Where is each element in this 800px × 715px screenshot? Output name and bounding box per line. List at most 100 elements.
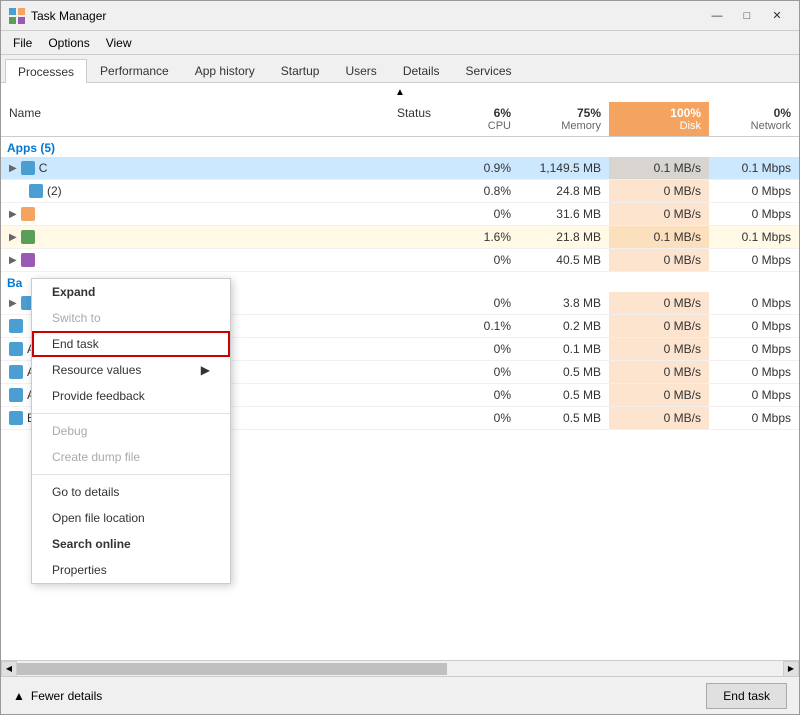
process-memory-cell: 40.5 MB <box>519 249 609 271</box>
process-name-cell: ▶ <box>1 203 349 225</box>
process-memory-cell: 3.8 MB <box>519 292 609 314</box>
process-memory-cell: 24.8 MB <box>519 180 609 202</box>
process-memory-cell: 0.2 MB <box>519 315 609 337</box>
window-controls: — □ ✕ <box>703 6 791 26</box>
table-row[interactable]: ▶ 1.6% 21.8 MB 0.1 MB/s 0.1 Mbps <box>1 226 799 249</box>
ctx-search-online[interactable]: Search online <box>32 531 230 557</box>
process-disk-cell: 0 MB/s <box>609 180 709 202</box>
process-icon <box>9 388 23 402</box>
process-icon <box>9 319 23 333</box>
tab-details[interactable]: Details <box>390 58 453 82</box>
ctx-expand[interactable]: Expand <box>32 279 230 305</box>
apps-section-header: Apps (5) <box>1 137 799 157</box>
col-header-disk[interactable]: 100% Disk <box>609 102 709 136</box>
collapse-arrow[interactable]: ▲ <box>395 87 405 98</box>
col-header-network[interactable]: 0% Network <box>709 102 799 136</box>
process-disk-cell: 0 MB/s <box>609 407 709 429</box>
process-network-cell: 0 Mbps <box>709 338 799 360</box>
process-status-cell <box>349 203 439 225</box>
process-cpu-cell: 0% <box>439 384 519 406</box>
process-status-cell <box>349 315 439 337</box>
horizontal-scrollbar[interactable]: ◀ ▶ <box>1 660 799 676</box>
col-header-cpu[interactable]: 6% CPU <box>439 102 519 136</box>
process-name-cell: ▶ <box>1 249 349 271</box>
menu-options[interactable]: Options <box>40 34 97 52</box>
process-cpu-cell: 0% <box>439 407 519 429</box>
minimize-button[interactable]: — <box>703 6 731 26</box>
tab-app-history[interactable]: App history <box>182 58 268 82</box>
main-content: ▲ Name Status 6% CPU 75% Memory 100% Dis… <box>1 83 799 676</box>
expand-icon[interactable]: ▶ <box>9 255 17 266</box>
process-memory-cell: 0.5 MB <box>519 361 609 383</box>
table-row[interactable]: ▶ 0% 31.6 MB 0 MB/s 0 Mbps <box>1 203 799 226</box>
context-menu: Expand Switch to End task Resource value… <box>31 278 231 584</box>
col-header-memory[interactable]: 75% Memory <box>519 102 609 136</box>
process-icon <box>21 230 35 244</box>
process-cpu-cell: 0.8% <box>439 180 519 202</box>
ctx-properties[interactable]: Properties <box>32 557 230 583</box>
process-icon <box>9 342 23 356</box>
expand-icon[interactable]: ▶ <box>9 209 17 220</box>
ctx-provide-feedback[interactable]: Provide feedback <box>32 383 230 409</box>
col-header-status[interactable]: Status <box>349 102 439 136</box>
process-cpu-cell: 1.6% <box>439 226 519 248</box>
process-status-cell <box>349 226 439 248</box>
process-icon <box>9 365 23 379</box>
end-task-button[interactable]: End task <box>706 683 787 709</box>
process-memory-cell: 31.6 MB <box>519 203 609 225</box>
process-network-cell: 0 Mbps <box>709 407 799 429</box>
ctx-end-task[interactable]: End task <box>32 331 230 357</box>
tab-users[interactable]: Users <box>332 58 389 82</box>
table-row[interactable]: ▶ C 0.9% 1,149.5 MB 0.1 MB/s 0.1 Mbps <box>1 157 799 180</box>
menu-file[interactable]: File <box>5 34 40 52</box>
process-cpu-cell: 0% <box>439 338 519 360</box>
scroll-right-button[interactable]: ▶ <box>783 661 799 677</box>
process-status-cell <box>349 361 439 383</box>
process-disk-cell: 0 MB/s <box>609 384 709 406</box>
expand-icon[interactable]: ▶ <box>9 232 17 243</box>
process-network-cell: 0 Mbps <box>709 384 799 406</box>
process-memory-cell: 0.1 MB <box>519 338 609 360</box>
process-network-cell: 0.1 Mbps <box>709 157 799 179</box>
process-name-cell: ▶ <box>1 226 349 248</box>
ctx-resource-values[interactable]: Resource values ▶ <box>32 357 230 383</box>
process-disk-cell: 0.1 MB/s <box>609 157 709 179</box>
tab-performance[interactable]: Performance <box>87 58 182 82</box>
ctx-go-to-details[interactable]: Go to details <box>32 479 230 505</box>
process-status-cell <box>349 338 439 360</box>
menu-bar: File Options View <box>1 31 799 55</box>
close-button[interactable]: ✕ <box>763 6 791 26</box>
window-title: Task Manager <box>31 9 106 23</box>
tab-services[interactable]: Services <box>453 58 525 82</box>
scroll-thumb[interactable] <box>17 663 447 675</box>
scroll-left-button[interactable]: ◀ <box>1 661 17 677</box>
title-bar-left: Task Manager <box>9 8 106 24</box>
process-network-cell: 0 Mbps <box>709 292 799 314</box>
process-network-cell: 0 Mbps <box>709 315 799 337</box>
process-status-cell <box>349 407 439 429</box>
fewer-details-button[interactable]: ▲ Fewer details <box>13 689 102 703</box>
process-icon <box>29 184 43 198</box>
ctx-debug: Debug <box>32 418 230 444</box>
table-row[interactable]: ▶ 0% 40.5 MB 0 MB/s 0 Mbps <box>1 249 799 272</box>
ctx-open-file-location[interactable]: Open file location <box>32 505 230 531</box>
process-disk-cell: 0 MB/s <box>609 203 709 225</box>
column-headers: Name Status 6% CPU 75% Memory 100% Disk … <box>1 102 799 137</box>
bottom-bar: ▲ Fewer details End task <box>1 676 799 714</box>
table-row[interactable]: (2) 0.8% 24.8 MB 0 MB/s 0 Mbps <box>1 180 799 203</box>
process-cpu-cell: 0% <box>439 203 519 225</box>
col-header-name[interactable]: Name <box>1 102 349 136</box>
title-bar: Task Manager — □ ✕ <box>1 1 799 31</box>
process-network-cell: 0 Mbps <box>709 180 799 202</box>
maximize-button[interactable]: □ <box>733 6 761 26</box>
process-disk-cell: 0 MB/s <box>609 361 709 383</box>
expand-icon[interactable]: ▶ <box>9 163 17 174</box>
process-cpu-cell: 0.9% <box>439 157 519 179</box>
expand-icon[interactable]: ▶ <box>9 298 17 309</box>
scroll-track[interactable] <box>17 661 783 676</box>
fewer-details-label: Fewer details <box>31 689 102 703</box>
tab-startup[interactable]: Startup <box>268 58 333 82</box>
ctx-separator-1 <box>32 413 230 414</box>
menu-view[interactable]: View <box>98 34 140 52</box>
tab-processes[interactable]: Processes <box>5 59 87 83</box>
